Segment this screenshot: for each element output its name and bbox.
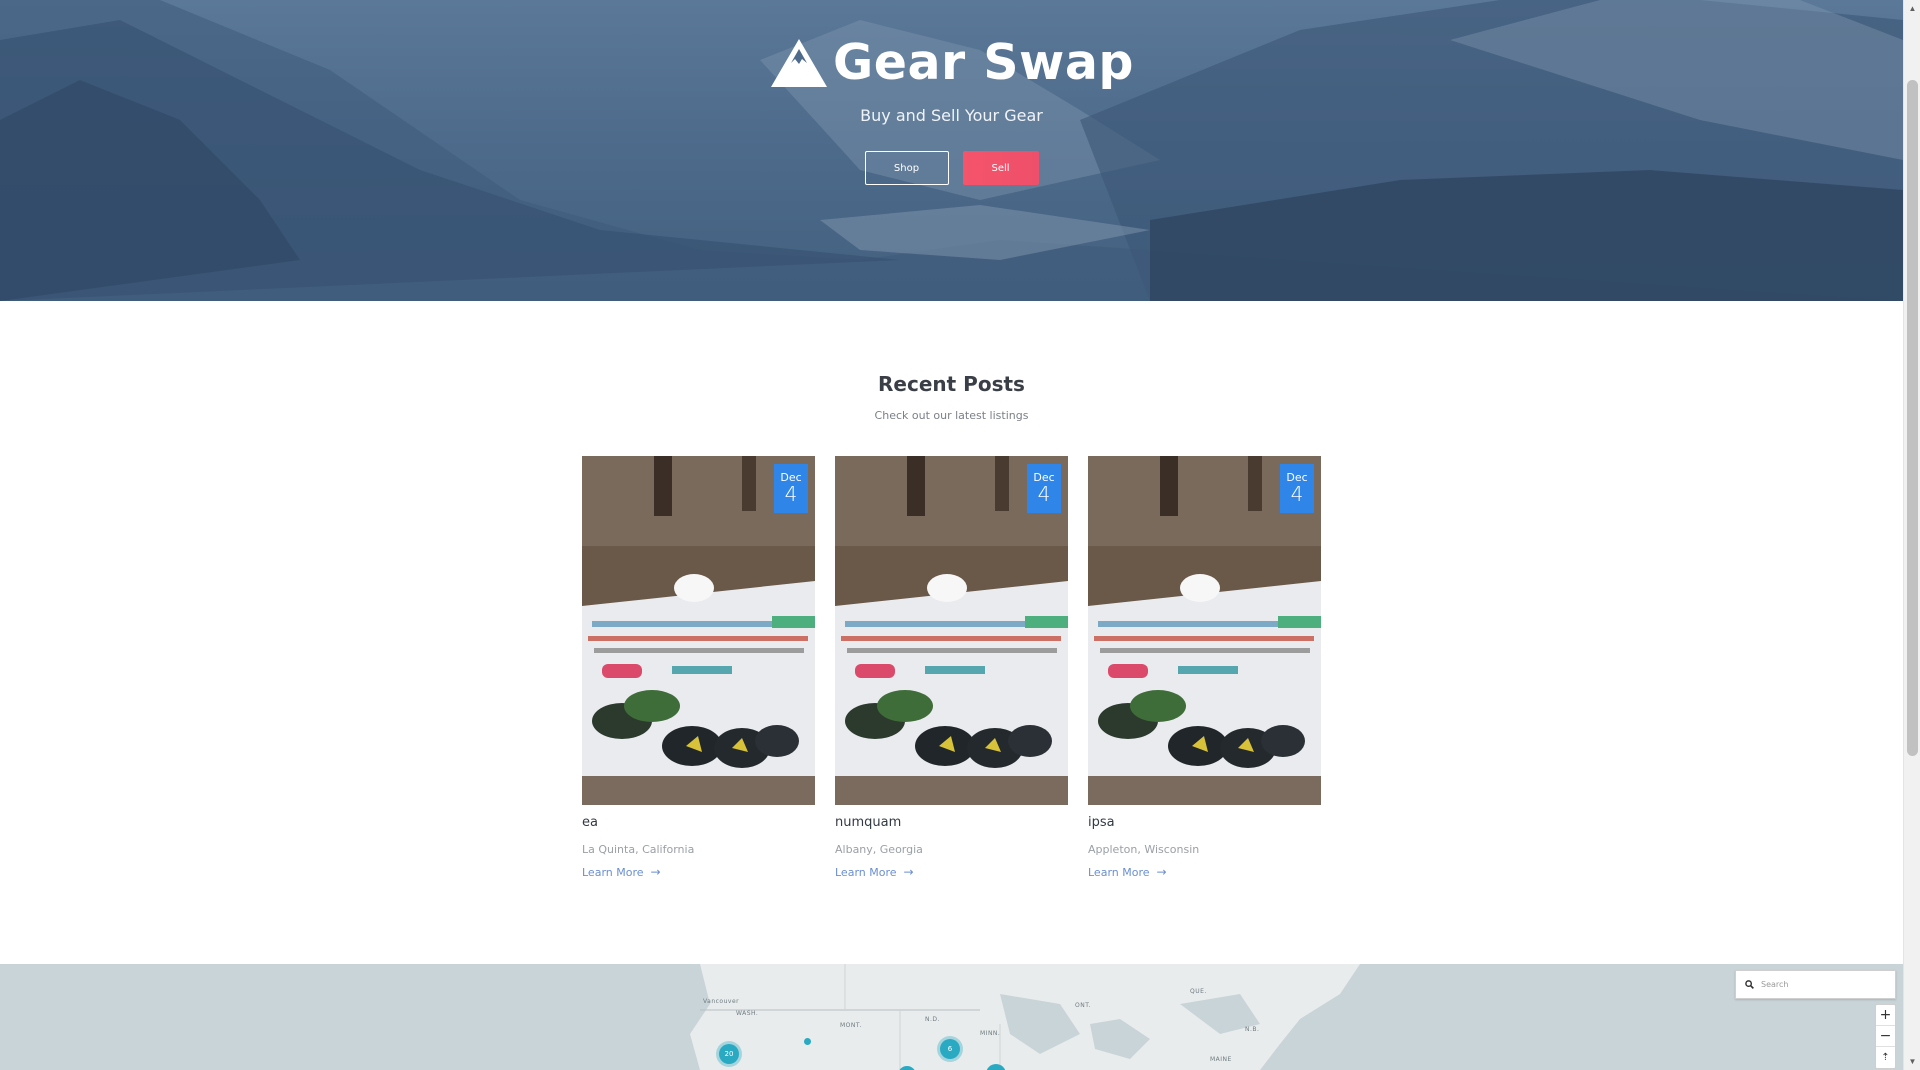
map-cluster[interactable]: 6: [940, 1039, 960, 1059]
post-image[interactable]: Dec 4: [582, 456, 815, 805]
sell-button[interactable]: Sell: [962, 151, 1039, 185]
map-label: MINN.: [980, 1030, 1001, 1037]
map-marker[interactable]: [804, 1038, 811, 1045]
date-day: 4: [1037, 482, 1051, 506]
post-card[interactable]: Dec 4 ea La Quinta, California Learn Mor…: [582, 456, 815, 881]
recent-posts-title: Recent Posts: [878, 372, 1025, 396]
learn-more-label: Learn More: [835, 865, 897, 879]
arrow-right-icon: →: [903, 865, 914, 879]
reset-bearing-button[interactable]: ⇡: [1876, 1047, 1895, 1068]
map-label: WASH.: [736, 1010, 759, 1017]
date-badge: Dec 4: [1280, 464, 1314, 513]
map-label: QUE.: [1190, 988, 1207, 995]
post-location: Albany, Georgia: [835, 843, 923, 856]
hero-banner: Gear Swap Buy and Sell Your Gear Shop Se…: [0, 0, 1903, 301]
learn-more-link[interactable]: Learn More →: [582, 865, 661, 879]
date-day: 4: [1290, 482, 1304, 506]
map-label: ONT.: [1075, 1002, 1092, 1009]
post-location: Appleton, Wisconsin: [1088, 843, 1200, 856]
map-cluster[interactable]: 20: [719, 1044, 739, 1064]
tagline: Buy and Sell Your Gear: [860, 106, 1043, 125]
date-day: 4: [784, 482, 798, 506]
learn-more-link[interactable]: Learn More →: [835, 865, 914, 879]
site-title: Gear Swap: [833, 34, 1134, 91]
scrollbar-thumb[interactable]: [1907, 80, 1918, 756]
map-label: Vancouver: [703, 998, 740, 1005]
zoom-in-button[interactable]: +: [1876, 1005, 1895, 1026]
hero-actions: Shop Sell: [0, 151, 1903, 185]
post-location: La Quinta, California: [582, 843, 695, 856]
post-title[interactable]: ipsa: [1088, 815, 1321, 833]
map-search-box[interactable]: [1735, 970, 1896, 999]
post-card[interactable]: Dec 4 ipsa Appleton, Wisconsin Learn Mor…: [1088, 456, 1321, 881]
post-title[interactable]: numquam: [835, 815, 1068, 833]
scroll-down-arrow-icon[interactable]: ▼: [1904, 1053, 1920, 1070]
mountain-logo-icon: [771, 38, 828, 87]
listings-map[interactable]: Vancouver WASH. MONT. N.D. MINN. ONT. QU…: [0, 964, 1903, 1070]
date-badge: Dec 4: [774, 464, 808, 513]
brand: Gear Swap: [0, 34, 1903, 91]
learn-more-link[interactable]: Learn More →: [1088, 865, 1167, 879]
map-search-input[interactable]: [1761, 980, 1881, 989]
date-badge: Dec 4: [1027, 464, 1061, 513]
arrow-right-icon: →: [650, 865, 661, 879]
zoom-out-button[interactable]: −: [1876, 1026, 1895, 1047]
arrow-right-icon: →: [1156, 865, 1167, 879]
learn-more-label: Learn More: [1088, 865, 1150, 879]
map-label: MAINE: [1210, 1056, 1232, 1063]
map-label: N.D.: [925, 1016, 940, 1023]
map-label: MONT.: [840, 1022, 862, 1029]
learn-more-label: Learn More: [582, 865, 644, 879]
post-image[interactable]: Dec 4: [1088, 456, 1321, 805]
page-scrollbar[interactable]: ▲ ▼: [1903, 0, 1920, 1070]
post-card[interactable]: Dec 4 numquam Albany, Georgia Learn More…: [835, 456, 1068, 881]
recent-posts-subtitle: Check out our latest listings: [874, 409, 1029, 422]
search-icon: [1745, 980, 1754, 989]
scroll-up-arrow-icon[interactable]: ▲: [1904, 0, 1920, 17]
shop-button[interactable]: Shop: [864, 151, 949, 185]
zoom-controls: + − ⇡: [1875, 1004, 1896, 1069]
post-image[interactable]: Dec 4: [835, 456, 1068, 805]
map-label: N.B.: [1245, 1026, 1260, 1033]
post-title[interactable]: ea: [582, 815, 815, 833]
